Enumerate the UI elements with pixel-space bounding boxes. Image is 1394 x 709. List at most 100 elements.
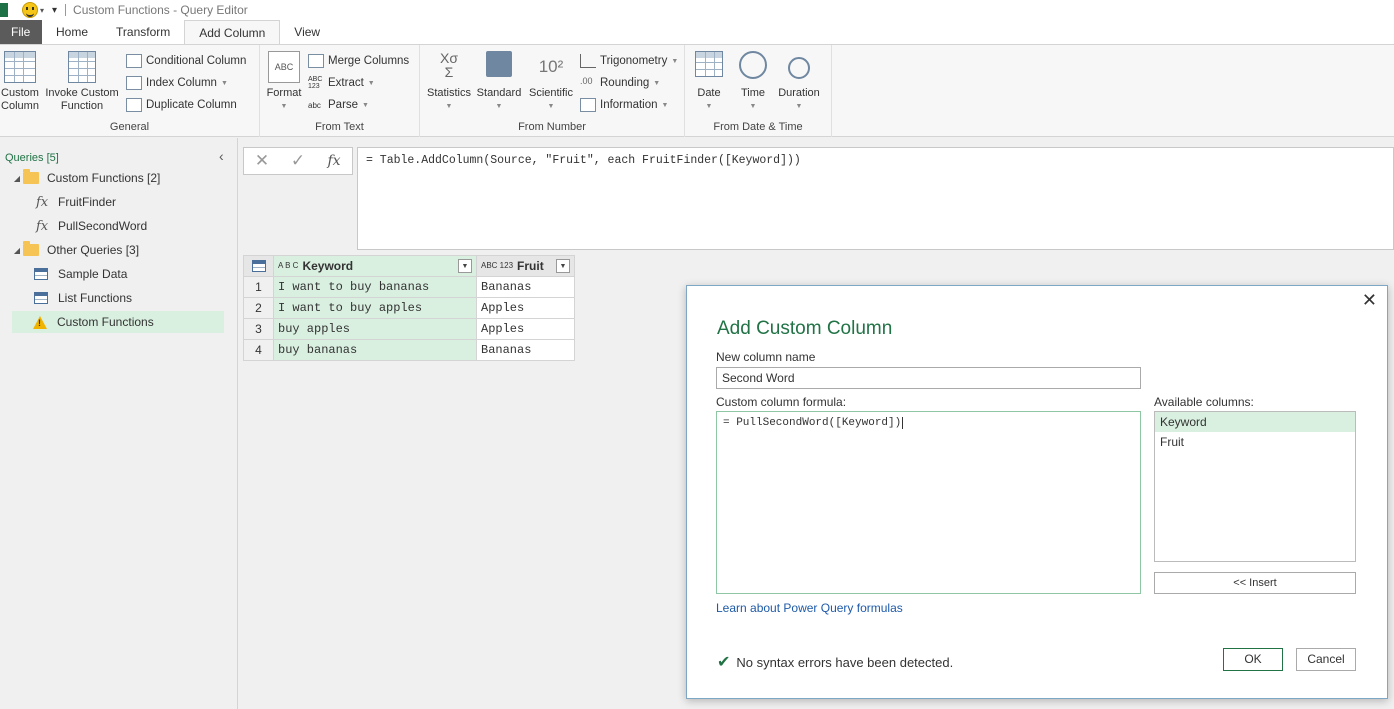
ok-button[interactable]: OK: [1223, 648, 1283, 671]
duration-button[interactable]: Duration ▼: [775, 51, 823, 113]
duration-label: Duration: [778, 87, 820, 99]
chevron-down-icon: ▼: [653, 79, 661, 87]
query-item-custom-functions[interactable]: Custom Functions: [12, 311, 224, 333]
insert-button[interactable]: << Insert: [1154, 572, 1356, 594]
chevron-down-icon: ▼: [445, 103, 453, 110]
collapse-pane-icon[interactable]: ‹: [219, 148, 224, 164]
checkmark-icon: ✔: [717, 654, 731, 671]
cell-keyword[interactable]: buy bananas: [273, 339, 477, 361]
cancel-formula-icon[interactable]: ✕: [244, 151, 280, 171]
trigonometry-button[interactable]: Trigonometry ▼: [580, 52, 678, 70]
cell-fruit[interactable]: Apples: [476, 297, 575, 319]
table-menu-icon[interactable]: [243, 255, 274, 277]
statistics-button[interactable]: Xσ Σ Statistics ▼: [426, 51, 472, 113]
time-button[interactable]: Time ▼: [735, 51, 771, 113]
folder-icon: [23, 169, 39, 184]
tab-view[interactable]: View: [280, 20, 334, 44]
divider: [65, 4, 67, 16]
cell-keyword[interactable]: I want to buy bananas: [273, 276, 477, 298]
query-item-sample-data[interactable]: Sample Data: [34, 263, 224, 285]
cell-keyword[interactable]: buy apples: [273, 318, 477, 340]
learn-formulas-link[interactable]: Learn about Power Query formulas: [716, 601, 903, 615]
query-item-pullsecondword[interactable]: fx PullSecondWord: [36, 215, 260, 237]
cell-fruit[interactable]: Bananas: [476, 276, 575, 298]
smiley-icon[interactable]: [22, 2, 38, 18]
folder-icon: [23, 241, 39, 256]
text-type-icon[interactable]: A B C: [278, 262, 298, 270]
cell-keyword[interactable]: I want to buy apples: [273, 297, 477, 319]
extract-label: Extract: [328, 77, 364, 89]
cell-fruit[interactable]: Bananas: [476, 339, 575, 361]
query-group-label: Other Queries [3]: [47, 243, 140, 257]
new-column-name-input[interactable]: Second Word: [716, 367, 1141, 389]
quick-access-menu-icon[interactable]: ▾: [52, 5, 57, 16]
tab-file[interactable]: File: [0, 20, 42, 44]
cell-fruit[interactable]: Apples: [476, 318, 575, 340]
any-type-icon[interactable]: ABC 123: [481, 262, 513, 270]
statistics-icon: Xσ Σ: [440, 50, 458, 80]
expand-triangle-icon[interactable]: ◢: [11, 246, 23, 255]
filter-dropdown-icon[interactable]: ▼: [458, 259, 472, 273]
row-number[interactable]: 2: [243, 297, 274, 319]
tab-transform[interactable]: Transform: [102, 20, 184, 44]
row-number[interactable]: 3: [243, 318, 274, 340]
confirm-formula-icon[interactable]: ✓: [280, 151, 316, 171]
row-number[interactable]: 4: [243, 339, 274, 361]
duplicate-column-button[interactable]: Duplicate Column: [126, 96, 237, 114]
chevron-down-icon: ▼: [661, 101, 669, 109]
chevron-down-icon: ▼: [220, 79, 228, 87]
parse-label: Parse: [328, 99, 359, 111]
smiley-dropdown-icon[interactable]: ▾: [40, 6, 44, 15]
close-icon[interactable]: ✕: [1362, 290, 1377, 311]
column-header-label: Keyword: [302, 259, 354, 273]
syntax-status: ✔ No syntax errors have been detected.: [717, 652, 953, 672]
queries-pane: Queries [5] ‹ ◢ Custom Functions [2] fx …: [0, 138, 238, 709]
chevron-down-icon: ▼: [795, 103, 803, 110]
list-item[interactable]: Fruit: [1155, 432, 1355, 452]
calendar-icon: [695, 51, 723, 77]
merge-columns-label: Merge Columns: [328, 55, 410, 67]
parse-button[interactable]: abc Parse ▼: [308, 96, 369, 114]
filter-dropdown-icon[interactable]: ▼: [556, 259, 570, 273]
title-bar: ▾ ▾ Custom Functions - Query Editor: [0, 0, 1394, 20]
standard-label: Standard: [476, 87, 522, 99]
insert-function-icon[interactable]: fx: [316, 153, 352, 169]
date-button[interactable]: Date ▼: [691, 51, 727, 113]
query-group-other-queries[interactable]: ◢ Other Queries [3]: [11, 239, 235, 261]
cancel-button[interactable]: Cancel: [1296, 648, 1356, 671]
formula-input[interactable]: = Table.AddColumn(Source, "Fruit", each …: [357, 147, 1394, 250]
merge-columns-button[interactable]: Merge Columns: [308, 52, 409, 70]
information-button[interactable]: Information ▼: [580, 96, 668, 114]
column-header-fruit[interactable]: ABC 123 Fruit ▼: [476, 255, 575, 277]
conditional-column-button[interactable]: Conditional Column: [126, 52, 246, 70]
invoke-custom-function-button[interactable]: Invoke Custom Function: [42, 51, 122, 113]
ribbon-group-from-datetime: Date ▼ Time ▼ Duration ▼ From Date & Tim…: [685, 45, 832, 137]
function-icon: fx: [36, 194, 49, 210]
ribbon-group-general: Custom Column Invoke Custom Function Con…: [0, 45, 260, 137]
rounding-button[interactable]: .00 Rounding ▼: [580, 74, 660, 92]
query-item-fruitfinder[interactable]: fx FruitFinder: [36, 191, 260, 213]
custom-column-button[interactable]: Custom Column: [0, 51, 40, 113]
new-column-name-label: New column name: [716, 350, 816, 364]
date-label: Date: [697, 87, 721, 99]
list-item[interactable]: Keyword: [1155, 412, 1355, 432]
scientific-button[interactable]: 10² Scientific ▼: [526, 51, 576, 113]
merge-columns-icon: [308, 54, 324, 68]
query-group-custom-functions[interactable]: ◢ Custom Functions [2]: [11, 167, 235, 189]
expand-triangle-icon[interactable]: ◢: [11, 174, 23, 183]
query-item-label: PullSecondWord: [58, 219, 148, 233]
column-header-keyword[interactable]: A B C Keyword ▼: [273, 255, 477, 277]
tab-home[interactable]: Home: [42, 20, 102, 44]
standard-button[interactable]: Standard ▼: [476, 51, 522, 113]
custom-column-formula-input[interactable]: = PullSecondWord([Keyword]): [716, 411, 1141, 594]
format-button[interactable]: ABC Format ▼: [264, 51, 304, 113]
table-row: 1 I want to buy bananas Bananas: [243, 276, 575, 298]
index-column-button[interactable]: Index Column ▼: [126, 74, 228, 92]
row-number[interactable]: 1: [243, 276, 274, 298]
custom-column-label-2: Column: [1, 100, 39, 112]
tab-add-column[interactable]: Add Column: [184, 20, 281, 45]
queries-header: Queries [5]: [5, 152, 59, 164]
query-item-list-functions[interactable]: List Functions: [34, 287, 224, 309]
extract-button[interactable]: ABC 123 Extract ▼: [308, 74, 375, 92]
available-columns-list: Keyword Fruit: [1154, 411, 1356, 562]
